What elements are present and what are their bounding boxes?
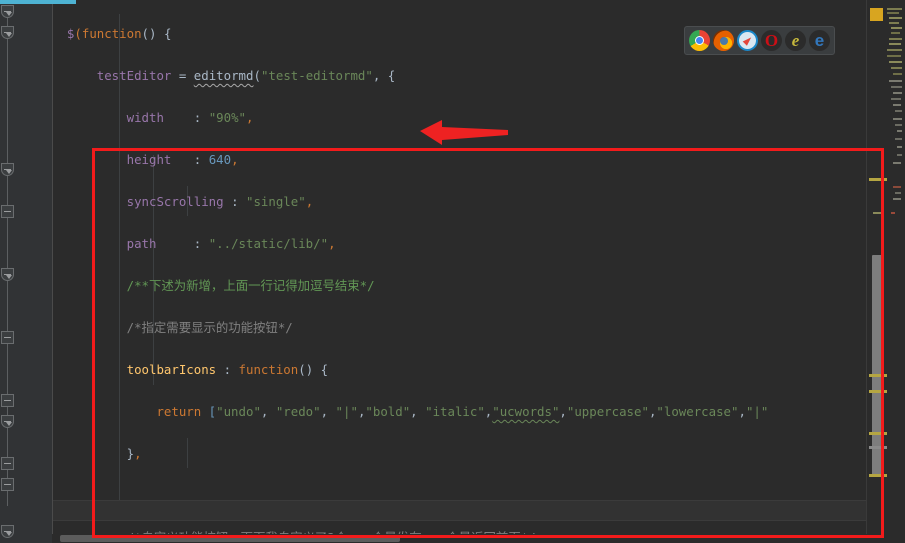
minimap-marker-4[interactable] [869,432,887,435]
chrome-icon[interactable] [689,30,710,51]
code-line-6[interactable]: path : "../static/lib/", [52,233,867,254]
opera-icon[interactable]: O [761,30,782,51]
minimap-marker-1[interactable] [869,178,887,181]
code-line-7[interactable]: /**下述为新增，上面一行记得加逗号结束*/ [52,275,867,296]
fold-marker-9[interactable] [1,457,14,470]
minimap-marker-5[interactable] [869,446,887,449]
internet-explorer-icon[interactable]: e [785,30,806,51]
horizontal-scrollbar[interactable] [52,534,867,543]
horizontal-scroll-thumb[interactable] [60,535,400,542]
fold-marker-7[interactable] [1,394,14,407]
fold-marker-5[interactable] [1,268,14,281]
fold-marker-3[interactable] [1,163,14,176]
code-line-2[interactable]: testEditor = editormd("test-editormd", { [52,65,867,86]
fold-marker-2[interactable] [1,26,14,39]
fold-marker-11[interactable] [1,525,14,538]
code-line-12[interactable] [52,485,867,506]
editor-gutter[interactable] [0,0,53,543]
firefox-icon[interactable] [713,30,734,51]
safari-icon[interactable] [737,30,758,51]
minimap-warning-swatch[interactable] [870,8,883,21]
edge-icon[interactable]: e [809,30,830,51]
minimap-scroll-thumb[interactable] [872,255,884,475]
code-line-11[interactable]: }, [52,443,867,464]
fold-guide-line [7,14,8,506]
minimap-marker-6[interactable] [869,474,887,477]
fold-marker-8[interactable] [1,415,14,428]
code-text[interactable]: $(function() { testEditor = editormd("te… [52,0,867,543]
fold-marker-4[interactable] [1,205,14,218]
code-line-10[interactable]: return ["undo", "redo", "|","bold", "ita… [52,401,867,422]
minimap-marker-3[interactable] [869,390,887,393]
indexing-progress-bar [0,0,76,4]
code-minimap[interactable] [866,0,905,543]
gutter-fold-markers[interactable] [0,0,52,543]
fold-marker-10[interactable] [1,478,14,491]
browser-launch-toolbar[interactable]: O e e [684,26,835,55]
code-line-4[interactable]: height : 640, [52,149,867,170]
fold-marker-1[interactable] [1,5,14,18]
fold-marker-6[interactable] [1,331,14,344]
minimap-marker-2[interactable] [869,374,887,377]
code-line-5[interactable]: syncScrolling : "single", [52,191,867,212]
code-editor-area[interactable]: $(function() { testEditor = editormd("te… [52,0,867,543]
code-line-8[interactable]: /*指定需要显示的功能按钮*/ [52,317,867,338]
red-pointer-arrow [420,120,508,145]
code-line-9[interactable]: toolbarIcons : function() { [52,359,867,380]
